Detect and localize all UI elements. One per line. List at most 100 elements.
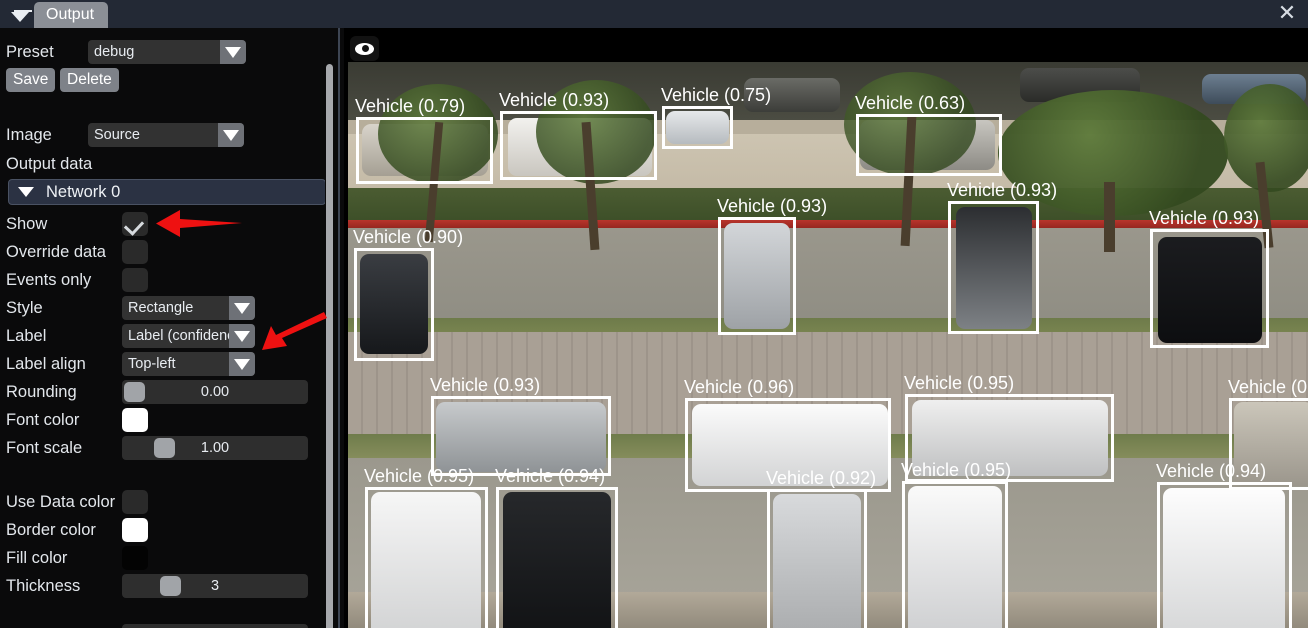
detection-label: Vehicle (0.95) <box>901 460 1012 480</box>
rounding-label: Rounding <box>6 383 77 401</box>
save-button[interactable]: Save <box>6 68 56 92</box>
show-label: Show <box>6 215 48 233</box>
image-source-value: Source <box>94 127 140 143</box>
font-color-label: Font color <box>6 411 80 429</box>
style-select[interactable]: Rectangle <box>122 296 255 320</box>
events-only-label: Events only <box>6 271 92 289</box>
detection-label: Vehicle (0.93) <box>499 90 610 110</box>
image-label: Image <box>6 126 52 144</box>
detection-box: Vehicle (0.93) <box>717 196 827 335</box>
detection-rect <box>767 489 867 628</box>
use-data-color-label: Use Data color <box>6 493 116 511</box>
field-border-color: Border color <box>0 516 336 544</box>
font-scale-label: Font scale <box>6 439 83 457</box>
app-window: Output ✕ Preset debug Save Delete Image … <box>0 0 1308 628</box>
override-data-checkbox[interactable] <box>122 240 148 264</box>
detection-box: Vehicle (0.93) <box>1149 208 1269 348</box>
use-data-color-checkbox[interactable] <box>122 490 148 514</box>
triangle-down-icon <box>18 187 34 197</box>
tab-output[interactable]: Output <box>34 2 109 28</box>
style-label: Style <box>6 299 43 317</box>
field-events-only: Events only <box>0 266 336 294</box>
detection-label: Vehicle (0.93) <box>717 196 828 216</box>
detection-label: Vehicle (0.92) <box>766 468 877 488</box>
font-scale-slider[interactable]: 1.00 <box>122 436 308 460</box>
events-only-checkbox[interactable] <box>122 268 148 292</box>
image-source-select[interactable]: Source <box>88 123 244 147</box>
detection-box: Vehicle (0.90) <box>353 227 463 361</box>
detection-label: Vehicle (0.96) <box>684 377 795 397</box>
preset-row: Preset debug <box>0 38 336 66</box>
rounding-value: 0.00 <box>200 384 230 400</box>
detection-rect <box>662 106 733 149</box>
output-settings-sidebar: Preset debug Save Delete Image Source Ou… <box>0 28 336 628</box>
field-fill-color: Fill color <box>0 544 336 572</box>
detection-label: Vehicle (0.95) <box>904 373 1015 393</box>
chevron-down-icon[interactable] <box>220 40 246 64</box>
detection-rect <box>500 111 657 180</box>
border-color-label: Border color <box>6 521 96 539</box>
detection-label: Vehicle (0.93) <box>430 375 541 395</box>
detection-label: Vehicle (0.88) <box>1228 377 1308 397</box>
next-control-partial[interactable] <box>122 624 308 628</box>
detection-box: Vehicle (0.93) <box>430 375 611 476</box>
detection-label: Vehicle (0.93) <box>947 180 1058 200</box>
field-use-data-color: Use Data color <box>0 488 336 516</box>
label-align-label: Label align <box>6 355 86 373</box>
close-icon[interactable]: ✕ <box>1272 1 1302 27</box>
image-row: Image Source <box>0 121 336 149</box>
detection-label: Vehicle (0.63) <box>855 93 966 113</box>
chevron-down-icon[interactable] <box>218 123 244 147</box>
override-data-label: Override data <box>6 243 106 261</box>
detection-rect <box>431 396 611 476</box>
detection-rect <box>718 217 796 335</box>
detection-rect <box>365 487 488 628</box>
thickness-label: Thickness <box>6 577 81 595</box>
image-viewport[interactable]: Vehicle (0.79) Vehicle (0.93) Vehicle (0.7… <box>344 28 1308 628</box>
group-header-network-0[interactable]: Network 0 <box>8 179 326 205</box>
detection-rect <box>1157 482 1292 628</box>
sidebar-scrollbar-thumb[interactable] <box>326 64 333 628</box>
fill-color-swatch[interactable] <box>122 546 148 570</box>
chevron-down-icon[interactable] <box>229 324 255 348</box>
detection-label: Vehicle (0.75) <box>661 85 772 105</box>
detection-label: Vehicle (0.94) <box>495 466 606 486</box>
label-align-select[interactable]: Top-left <box>122 352 255 376</box>
panel-divider[interactable] <box>338 28 340 628</box>
eye-icon[interactable] <box>350 36 379 61</box>
detection-rect <box>902 481 1008 628</box>
rounding-slider[interactable]: 0.00 <box>122 380 308 404</box>
delete-button[interactable]: Delete <box>60 68 119 92</box>
preset-select[interactable]: debug <box>88 40 246 64</box>
detection-label: Vehicle (0.95) <box>364 466 475 486</box>
output-data-label: Output data <box>6 155 93 173</box>
show-checkbox[interactable] <box>122 212 148 236</box>
field-thickness: Thickness 3 <box>0 572 336 600</box>
output-data-row: Output data <box>0 150 336 178</box>
label-label: Label <box>6 327 47 345</box>
detection-box: Vehicle (0.92) <box>766 468 876 628</box>
detection-rect <box>1150 229 1269 348</box>
collapse-panel-button[interactable] <box>6 3 34 25</box>
label-select[interactable]: Label (confidence <box>122 324 255 348</box>
detection-rect <box>948 201 1039 334</box>
field-font-scale: Font scale 1.00 <box>0 434 336 462</box>
thickness-slider[interactable]: 3 <box>122 574 308 598</box>
border-color-swatch[interactable] <box>122 518 148 542</box>
detection-label: Vehicle (0.94) <box>1156 461 1267 481</box>
detection-label: Vehicle (0.93) <box>1149 208 1260 228</box>
detection-label: Vehicle (0.79) <box>355 96 466 116</box>
chevron-down-icon[interactable] <box>229 352 255 376</box>
label-value: Label (confidence <box>128 328 229 344</box>
font-color-swatch[interactable] <box>122 408 148 432</box>
chevron-down-icon[interactable] <box>229 296 255 320</box>
detection-rect <box>354 248 434 361</box>
detection-box: Vehicle (0.94) <box>1156 461 1292 628</box>
field-style: Style Rectangle <box>0 294 336 322</box>
field-label-align: Label align Top-left <box>0 350 336 378</box>
style-value: Rectangle <box>128 300 194 316</box>
detection-box: Vehicle (0.63) <box>855 93 1002 176</box>
group-title: Network 0 <box>46 183 121 201</box>
detection-preview-image: Vehicle (0.79) Vehicle (0.93) Vehicle (0.7… <box>348 62 1308 628</box>
preset-actions-row: Save Delete <box>0 66 336 94</box>
